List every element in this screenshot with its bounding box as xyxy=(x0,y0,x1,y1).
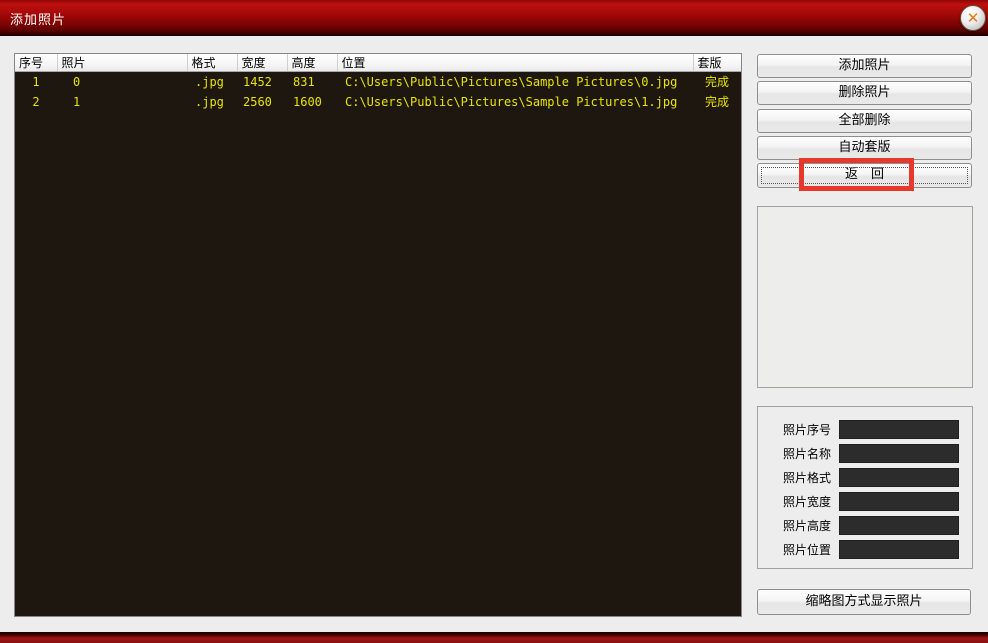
table-row[interactable]: 1 0 .jpg 1452 831 C:\Users\Public\Pictur… xyxy=(15,72,741,92)
back-button[interactable]: 返 回 xyxy=(757,163,972,188)
col-header-seq[interactable]: 序号 xyxy=(15,54,57,72)
bottom-status-bar xyxy=(0,632,988,643)
cell-path: C:\Users\Public\Pictures\Sample Pictures… xyxy=(337,72,693,92)
cell-photo: 1 xyxy=(57,92,187,112)
col-header-photo[interactable]: 照片 xyxy=(57,54,187,72)
cell-status: 完成 xyxy=(693,72,741,92)
photo-width-label: 照片宽度 xyxy=(783,493,839,510)
auto-layout-button[interactable]: 自动套版 xyxy=(757,136,972,160)
cell-format: .jpg xyxy=(187,72,237,92)
window-title: 添加照片 xyxy=(10,9,66,28)
col-header-width[interactable]: 宽度 xyxy=(237,54,287,72)
photo-format-label: 照片格式 xyxy=(783,469,839,486)
photo-format-field[interactable] xyxy=(839,468,959,487)
table-row[interactable]: 2 1 .jpg 2560 1600 C:\Users\Public\Pictu… xyxy=(15,92,741,112)
delete-all-button[interactable]: 全部删除 xyxy=(757,109,972,133)
photo-path-label: 照片位置 xyxy=(783,541,839,558)
photo-list[interactable]: 序号 照片 格式 宽度 高度 位置 套版 1 0 .jpg 1452 831 C… xyxy=(14,53,742,617)
cell-format: .jpg xyxy=(187,92,237,112)
add-photo-button[interactable]: 添加照片 xyxy=(757,54,972,78)
cell-seq: 1 xyxy=(15,72,57,92)
titlebar: 添加照片 ✕ xyxy=(0,0,988,36)
photo-path-field[interactable] xyxy=(839,540,959,559)
photo-height-label: 照片高度 xyxy=(783,517,839,534)
cell-status: 完成 xyxy=(693,92,741,112)
col-header-path[interactable]: 位置 xyxy=(337,54,693,72)
photo-preview-panel xyxy=(757,206,973,388)
cell-height: 831 xyxy=(287,72,337,92)
photo-index-label: 照片序号 xyxy=(783,421,839,438)
photo-height-field[interactable] xyxy=(839,516,959,535)
cell-path: C:\Users\Public\Pictures\Sample Pictures… xyxy=(337,92,693,112)
photo-index-field[interactable] xyxy=(839,420,959,439)
thumbnail-view-button[interactable]: 缩略图方式显示照片 xyxy=(757,589,971,615)
col-header-format[interactable]: 格式 xyxy=(187,54,237,72)
cell-width: 2560 xyxy=(237,92,287,112)
col-header-status[interactable]: 套版 xyxy=(693,54,741,72)
cell-height: 1600 xyxy=(287,92,337,112)
photo-table: 序号 照片 格式 宽度 高度 位置 套版 1 0 .jpg 1452 831 C… xyxy=(15,54,741,112)
cell-width: 1452 xyxy=(237,72,287,92)
add-photos-window: 添加照片 ✕ 序号 照片 格式 宽度 高度 位置 套版 xyxy=(0,0,988,643)
cell-seq: 2 xyxy=(15,92,57,112)
cell-photo: 0 xyxy=(57,72,187,92)
photo-width-field[interactable] xyxy=(839,492,959,511)
photo-name-field[interactable] xyxy=(839,444,959,463)
close-icon: ✕ xyxy=(961,6,985,30)
col-header-height[interactable]: 高度 xyxy=(287,54,337,72)
delete-photo-button[interactable]: 删除照片 xyxy=(757,81,972,105)
photo-info-panel: 照片序号 照片名称 照片格式 照片宽度 照片高度 照片位置 xyxy=(757,406,973,569)
photo-name-label: 照片名称 xyxy=(783,445,839,462)
close-button[interactable]: ✕ xyxy=(960,5,986,31)
table-header-row: 序号 照片 格式 宽度 高度 位置 套版 xyxy=(15,54,741,72)
